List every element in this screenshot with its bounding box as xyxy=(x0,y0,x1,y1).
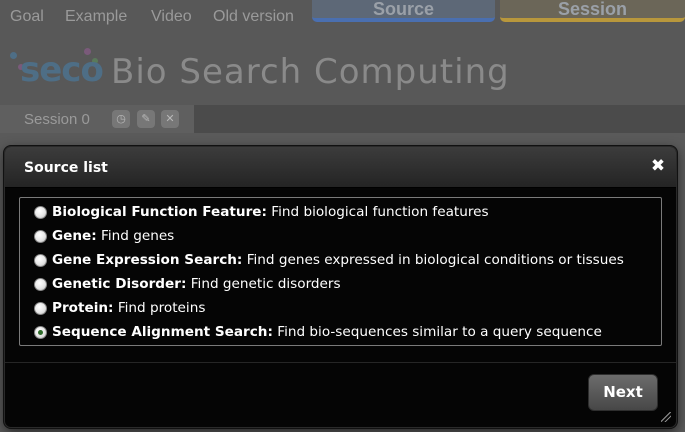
source-name: Biological Function Feature: xyxy=(52,204,267,220)
source-name: Protein: xyxy=(52,300,114,316)
radio-button[interactable] xyxy=(34,254,47,267)
next-button[interactable]: Next xyxy=(588,374,658,411)
tab-session[interactable]: Session xyxy=(500,0,685,22)
source-description: Find genetic disorders xyxy=(186,276,341,292)
resize-grip-icon[interactable] xyxy=(661,412,671,422)
source-description: Find biological function features xyxy=(266,204,489,220)
radio-button[interactable] xyxy=(34,230,47,243)
nav-link-example[interactable]: Example xyxy=(65,8,127,26)
nav-link-video[interactable]: Video xyxy=(151,8,192,26)
pencil-icon[interactable]: ✎ xyxy=(137,110,155,128)
source-name: Gene: xyxy=(52,228,97,244)
source-option-gene[interactable]: Gene: Find genes xyxy=(20,227,660,251)
source-option-biological-function-feature[interactable]: Biological Function Feature: Find biolog… xyxy=(20,203,660,227)
source-list: Biological Function Feature: Find biolog… xyxy=(19,197,662,346)
radio-button-selected[interactable] xyxy=(34,326,47,339)
nav-link-old-version[interactable]: Old version xyxy=(213,8,294,26)
source-option-gene-expression-search[interactable]: Gene Expression Search: Find genes expre… xyxy=(20,251,660,275)
nav-link-goal[interactable]: Goal xyxy=(10,8,44,26)
source-description: Find bio-sequences similar to a query se… xyxy=(272,324,602,340)
dialog-title: Source list xyxy=(24,160,108,176)
close-icon[interactable]: ✕ xyxy=(161,110,179,128)
source-option-genetic-disorder[interactable]: Genetic Disorder: Find genetic disorders xyxy=(20,275,660,299)
source-name: Sequence Alignment Search: xyxy=(52,324,273,340)
source-description: Find genes expressed in biological condi… xyxy=(242,252,624,268)
dialog-footer-divider xyxy=(5,362,676,363)
dialog-header: Source list ✖ xyxy=(5,147,676,188)
source-list-dialog: Source list ✖ Biological Function Featur… xyxy=(4,146,677,428)
logo-text: seco xyxy=(20,50,104,90)
source-option-protein[interactable]: Protein: Find proteins xyxy=(20,299,660,323)
session-label[interactable]: Session 0 xyxy=(24,111,90,128)
source-name: Genetic Disorder: xyxy=(52,276,187,292)
source-option-sequence-alignment-search[interactable]: Sequence Alignment Search: Find bio-sequ… xyxy=(20,323,660,347)
radio-button[interactable] xyxy=(34,206,47,219)
radio-button[interactable] xyxy=(34,278,47,291)
radio-button[interactable] xyxy=(34,302,47,315)
close-icon[interactable]: ✖ xyxy=(649,157,667,175)
source-description: Find genes xyxy=(96,228,175,244)
radio-selected-dot xyxy=(38,330,43,335)
source-description: Find proteins xyxy=(113,300,206,316)
source-name: Gene Expression Search: xyxy=(52,252,243,268)
seco-logo: seco xyxy=(8,44,104,90)
tab-source[interactable]: Source xyxy=(312,0,495,22)
clock-icon[interactable]: ◷ xyxy=(112,110,130,128)
app-title: Bio Search Computing xyxy=(111,52,510,92)
